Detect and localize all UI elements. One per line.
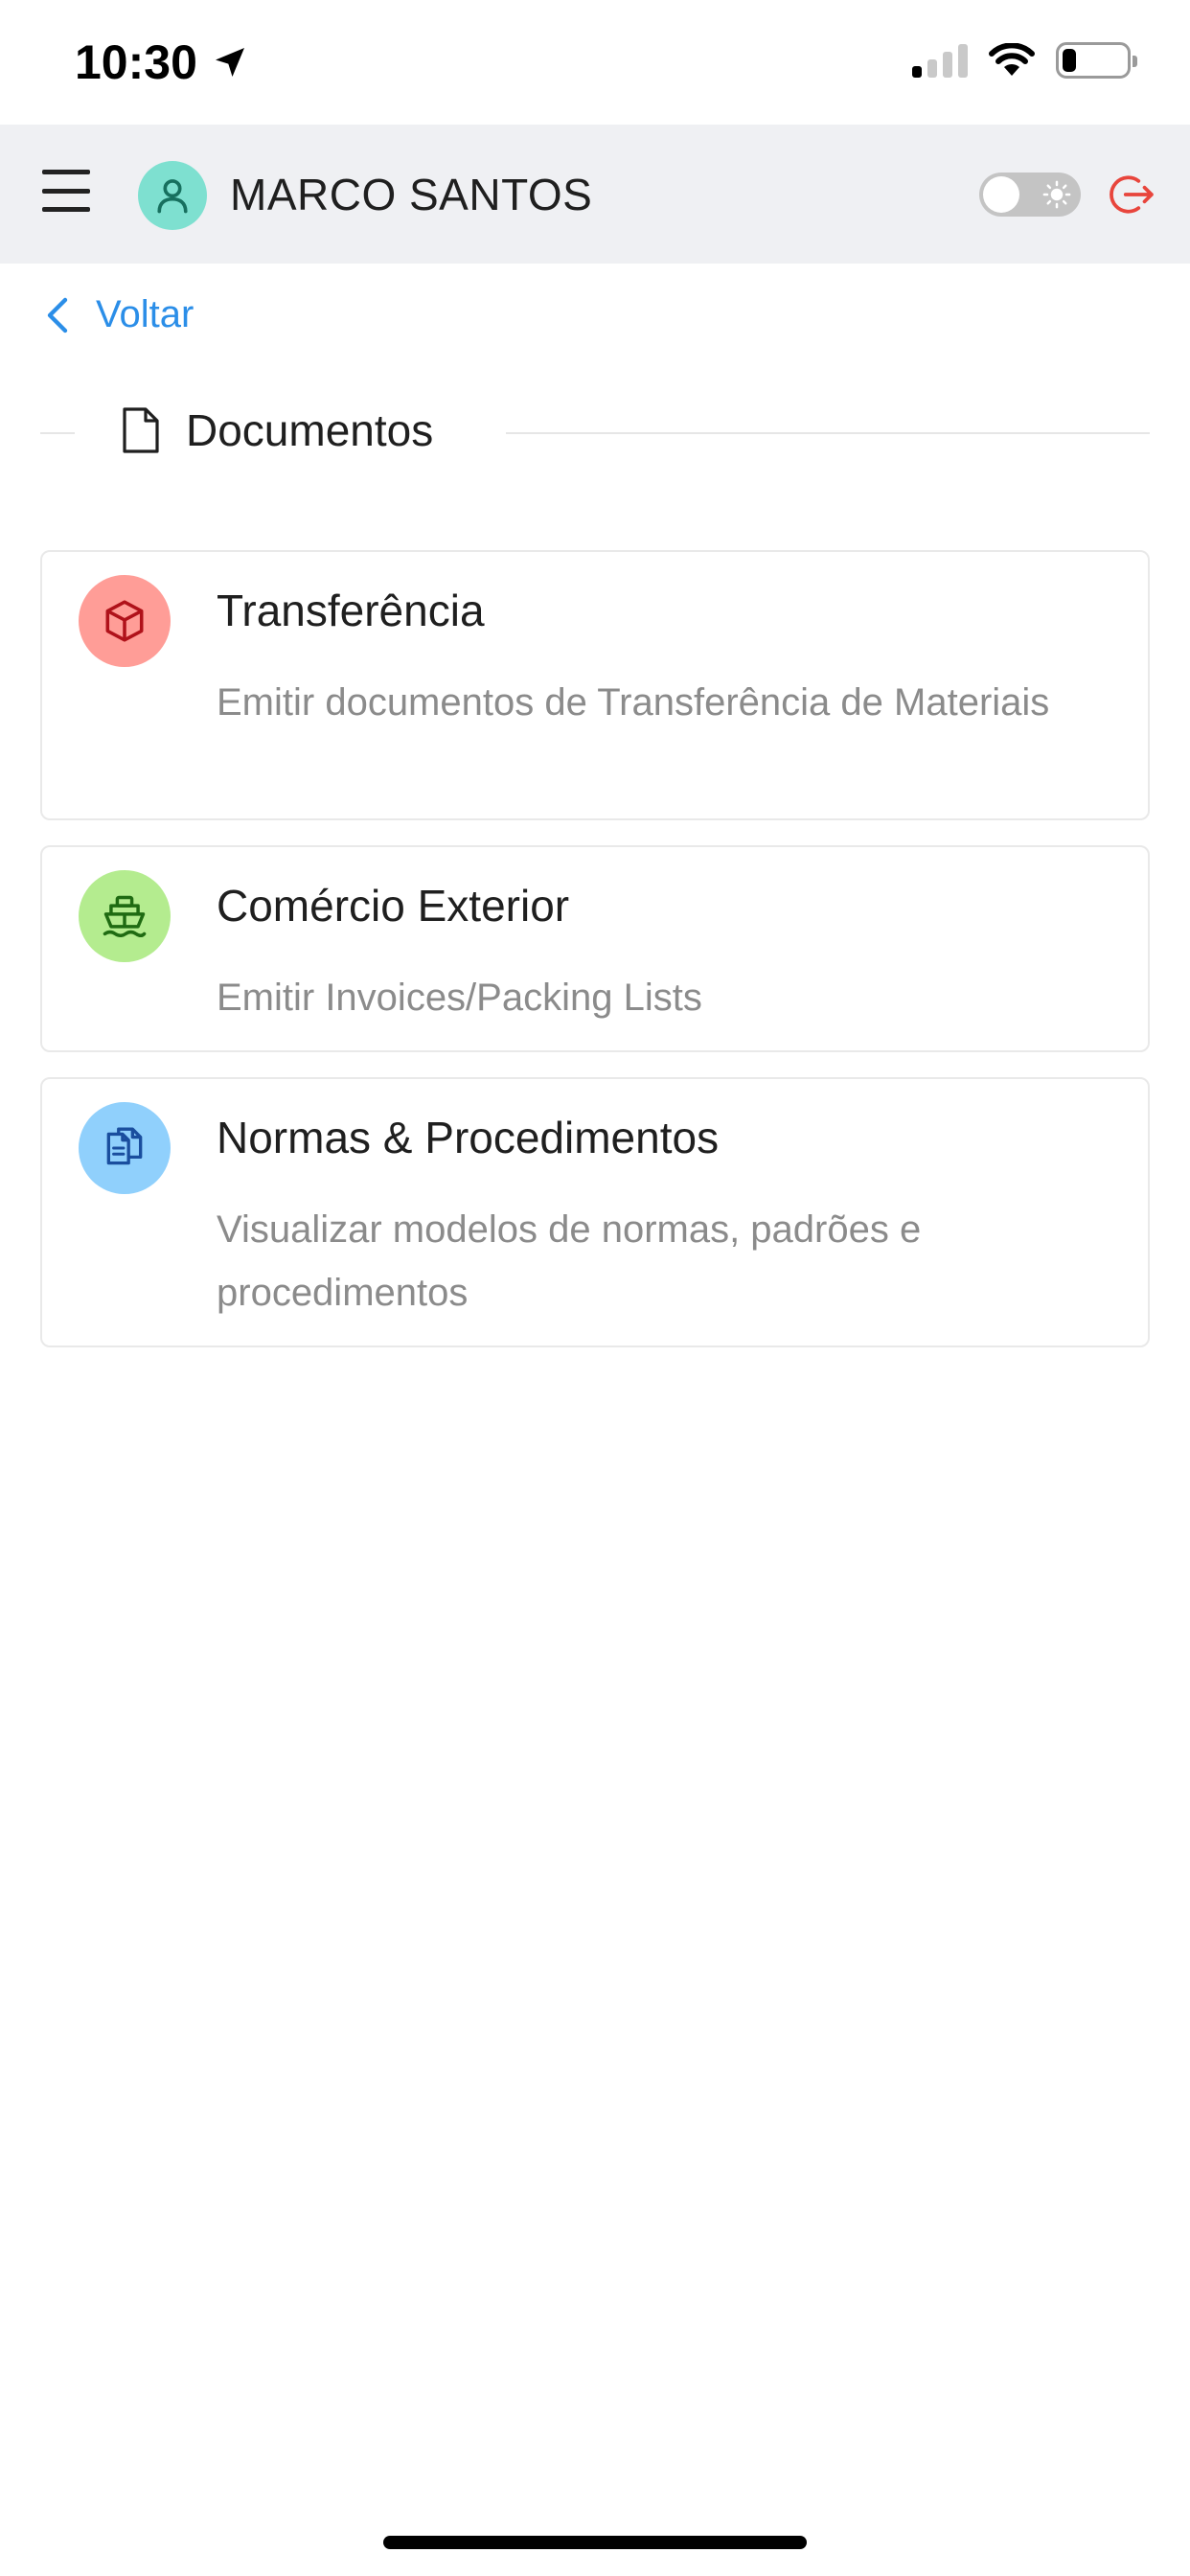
chevron-left-icon — [47, 297, 68, 333]
app-header: MARCO SANTOS — [0, 125, 1190, 264]
section-header: Documentos — [40, 401, 1150, 464]
card-icon-badge — [79, 870, 171, 962]
location-arrow-icon — [215, 48, 244, 77]
avatar[interactable] — [138, 161, 207, 230]
card-title: Comércio Exterior — [217, 881, 570, 931]
card-description: Emitir documentos de Transferência de Ma… — [217, 681, 1050, 724]
cellular-signal-icon — [912, 43, 968, 78]
document-icon — [123, 407, 159, 453]
card-comercio-exterior[interactable]: Comércio Exterior Emitir Invoices/Packin… — [40, 845, 1150, 1052]
card-description: Emitir Invoices/Packing Lists — [217, 977, 702, 1019]
ship-icon — [103, 895, 147, 937]
status-time-group: 10:30 — [75, 34, 249, 90]
menu-icon[interactable] — [42, 170, 90, 212]
logout-icon[interactable] — [1108, 171, 1156, 218]
user-icon — [157, 179, 188, 214]
card-title: Transferência — [217, 586, 485, 635]
section-title-group: Documentos — [121, 404, 433, 456]
user-name: MARCO SANTOS — [230, 170, 593, 219]
app-screen: 10:30 MARCO SANTOS Voltar Documentos Tra… — [0, 0, 1190, 2576]
card-icon-badge — [79, 1102, 171, 1194]
wifi-icon — [989, 43, 1035, 76]
theme-toggle[interactable] — [979, 172, 1081, 217]
section-title: Documentos — [186, 405, 434, 455]
card-description: Visualizar modelos de normas, padrões e … — [217, 1208, 922, 1314]
card-title: Normas & Procedimentos — [217, 1113, 720, 1162]
back-button[interactable]: Voltar — [46, 293, 194, 336]
sun-icon — [1042, 180, 1071, 209]
card-transferencia[interactable]: Transferência Emitir documentos de Trans… — [40, 550, 1150, 820]
status-icons — [912, 42, 1137, 79]
divider — [506, 432, 1150, 434]
card-normas-procedimentos[interactable]: Normas & Procedimentos Visualizar modelo… — [40, 1077, 1150, 1347]
status-time: 10:30 — [75, 35, 197, 89]
card-icon-badge — [79, 575, 171, 667]
package-icon — [105, 600, 144, 642]
back-label: Voltar — [96, 293, 195, 335]
divider — [40, 432, 75, 434]
documents-icon — [106, 1127, 143, 1165]
status-bar: 10:30 — [0, 0, 1190, 125]
toggle-knob — [983, 176, 1019, 213]
home-indicator[interactable] — [383, 2536, 807, 2549]
battery-icon — [1056, 42, 1137, 79]
